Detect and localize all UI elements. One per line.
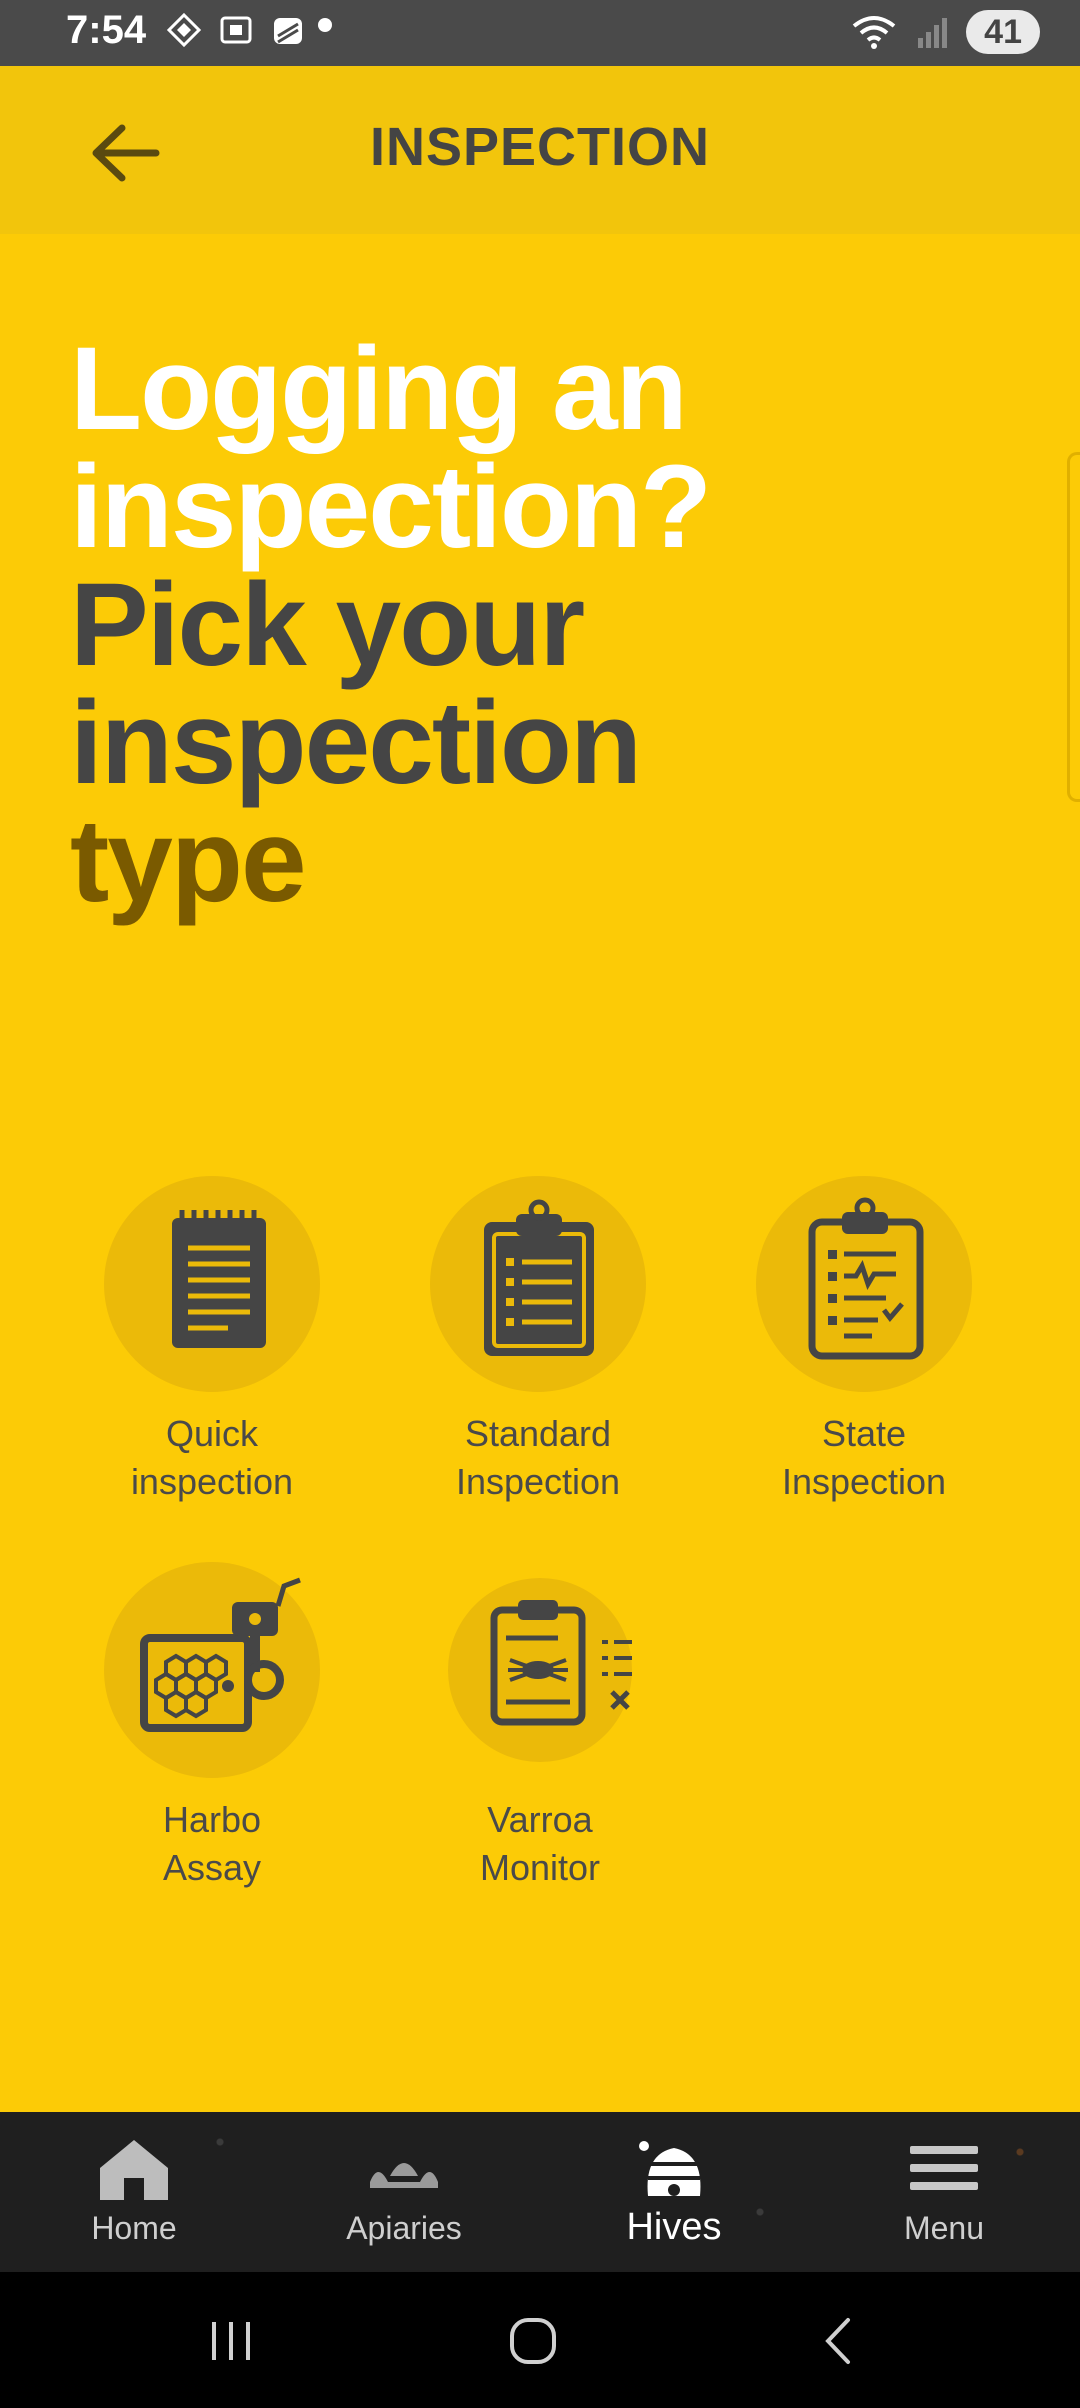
option-label: State Inspection xyxy=(714,1410,1014,1506)
option-label: Harbo Assay xyxy=(62,1796,362,1892)
beehive-icon xyxy=(639,2141,701,2196)
headline-line-2: inspection? xyxy=(70,441,712,573)
option-label-line: Assay xyxy=(162,1847,262,1888)
option-label-line: Harbo xyxy=(162,1799,262,1840)
clipboard-checklist-icon xyxy=(808,1197,924,1360)
home-button-icon[interactable] xyxy=(508,2314,558,2368)
headline: Logging an inspection? Pick your inspect… xyxy=(70,330,970,920)
back-nav-icon[interactable] xyxy=(818,2314,858,2368)
icon-circle xyxy=(104,1562,320,1778)
option-label-line: Quick xyxy=(165,1413,259,1454)
honeycomb-frame-icon xyxy=(140,1577,301,1732)
nav-apiaries[interactable]: Apiaries xyxy=(294,2112,514,2272)
icon-circle xyxy=(430,1176,646,1392)
battery-level: 41 xyxy=(966,10,1040,54)
headline-line-3: Pick your xyxy=(70,559,585,691)
screenshot-icon xyxy=(220,16,252,44)
nav-hives[interactable]: Hives xyxy=(564,2112,784,2272)
option-label-line: State xyxy=(821,1413,907,1454)
option-label-line: Inspection xyxy=(781,1461,947,1502)
notification-icons xyxy=(166,12,306,48)
notepad-icon xyxy=(172,1210,266,1348)
status-time: 7:54 xyxy=(66,8,147,52)
bottom-navigation: Home Apiaries Hives Menu xyxy=(0,2112,1080,2272)
option-label-line: inspection xyxy=(130,1461,294,1502)
nav-label: Menu xyxy=(903,2210,985,2246)
headline-line-1: Logging an xyxy=(70,323,688,455)
layers-app-icon xyxy=(274,18,302,44)
harbo-assay-option[interactable]: Harbo Assay xyxy=(62,1562,362,1892)
app-bar: INSPECTION xyxy=(0,66,1080,234)
house-icon xyxy=(100,2140,168,2200)
wifi-icon xyxy=(852,16,896,49)
signal-icon xyxy=(918,18,948,48)
nav-menu[interactable]: Menu xyxy=(834,2112,1054,2272)
varroa-monitor-option[interactable]: Varroa Monitor xyxy=(390,1562,690,1892)
hamburger-icon xyxy=(910,2146,978,2190)
option-label-line: Inspection xyxy=(455,1461,621,1502)
notification-dot-icon xyxy=(318,18,332,32)
nav-label: Hives xyxy=(626,2206,722,2248)
icon-circle xyxy=(104,1176,320,1392)
option-label: Quick inspection xyxy=(62,1410,362,1506)
headline-line-5: type xyxy=(70,795,307,927)
page-title: INSPECTION xyxy=(369,117,711,177)
quick-inspection-option[interactable]: Quick inspection xyxy=(62,1176,362,1506)
state-inspection-option[interactable]: State Inspection xyxy=(714,1176,1014,1506)
option-label: Standard Inspection xyxy=(388,1410,688,1506)
nav-home[interactable]: Home xyxy=(24,2112,244,2272)
icon-circle xyxy=(756,1176,972,1392)
nav-label: Apiaries xyxy=(346,2210,462,2246)
scrollbar[interactable] xyxy=(1067,452,1080,802)
mite-clipboard-icon xyxy=(490,1600,632,1726)
clipboard-list-icon xyxy=(484,1199,594,1356)
option-label-line: Standard xyxy=(464,1413,612,1454)
recent-apps-icon[interactable] xyxy=(206,2316,256,2366)
system-navigation-bar xyxy=(0,2272,1080,2408)
standard-inspection-option[interactable]: Standard Inspection xyxy=(388,1176,688,1506)
headline-line-4: inspection xyxy=(70,677,642,809)
icon-circle xyxy=(448,1578,632,1762)
option-label-line: Monitor xyxy=(479,1847,601,1888)
diamond-app-icon xyxy=(166,12,202,48)
option-label-line: Varroa xyxy=(487,1799,593,1840)
nav-label: Home xyxy=(91,2210,177,2246)
status-bar: 7:54 41 xyxy=(0,0,1080,66)
option-label: Varroa Monitor xyxy=(390,1796,690,1892)
apiary-icon xyxy=(370,2163,438,2188)
